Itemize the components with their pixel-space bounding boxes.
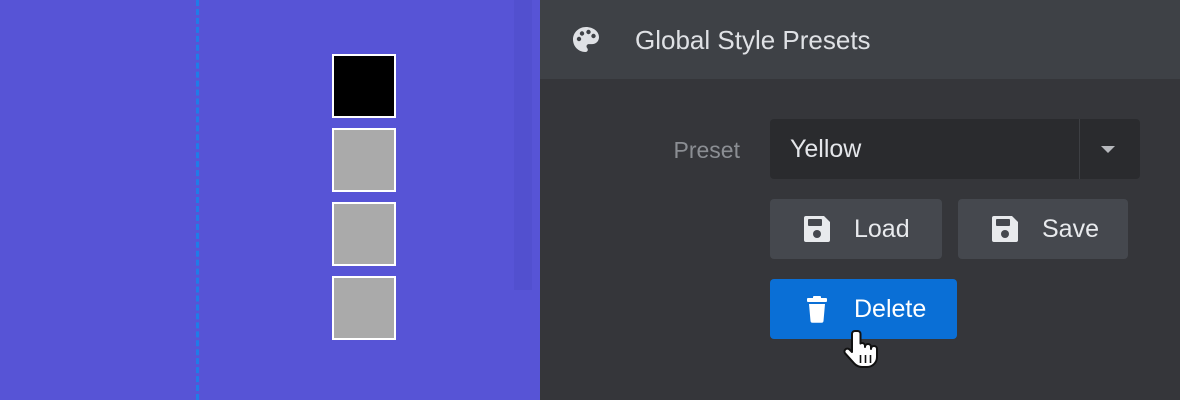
save-button-label: Save [1042, 215, 1099, 243]
preset-select-value: Yellow [790, 135, 862, 163]
canvas-area [0, 0, 540, 400]
delete-button-label: Delete [854, 295, 927, 323]
preset-select[interactable]: Yellow [770, 119, 1140, 179]
hand-pointer-cursor [843, 330, 878, 368]
palette-icon [573, 27, 599, 52]
panel-title: Global Style Presets [635, 25, 871, 55]
select-divider [1079, 119, 1080, 179]
panel-header: Global Style Presets [540, 0, 1180, 79]
load-button-label: Load [854, 215, 910, 243]
vertical-guide-line [196, 0, 199, 400]
preset-label: Preset [673, 137, 740, 163]
load-button[interactable]: Load [770, 199, 942, 259]
swatch-gray-2[interactable] [332, 202, 396, 266]
canvas-scroll-strip [514, 0, 532, 290]
save-button[interactable]: Save [958, 199, 1128, 259]
floppy-disk-icon [804, 216, 830, 242]
swatch-black[interactable] [332, 54, 396, 118]
chevron-down-icon[interactable] [1101, 146, 1115, 153]
trash-icon [807, 296, 827, 323]
swatch-gray-1[interactable] [332, 128, 396, 192]
floppy-disk-icon [992, 216, 1018, 242]
swatch-gray-3[interactable] [332, 276, 396, 340]
